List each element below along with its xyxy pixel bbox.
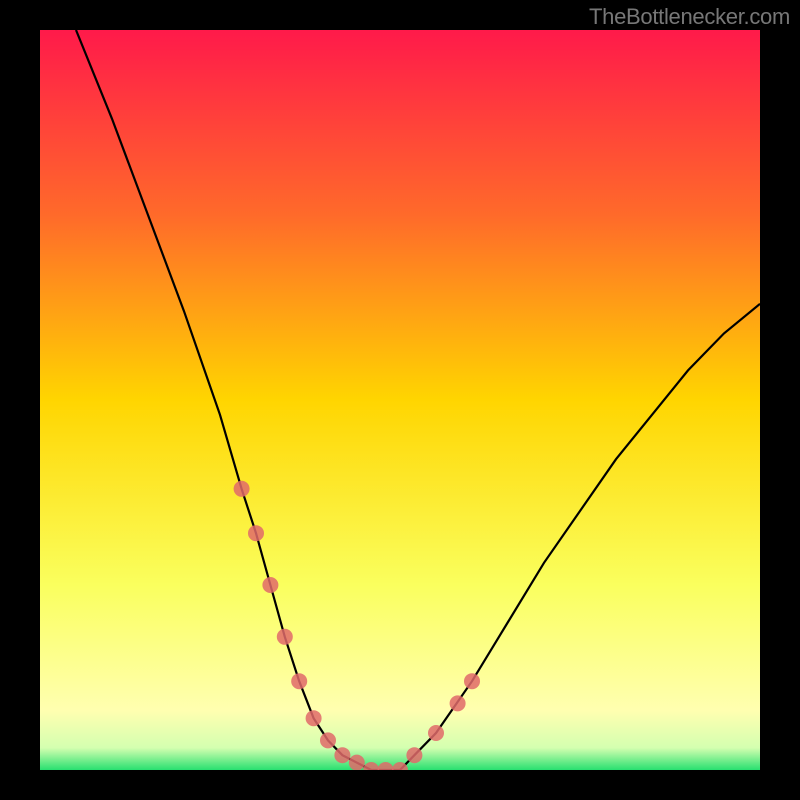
data-marker bbox=[306, 710, 322, 726]
data-marker bbox=[277, 629, 293, 645]
data-marker bbox=[428, 725, 444, 741]
data-marker bbox=[406, 747, 422, 763]
data-marker bbox=[464, 673, 480, 689]
data-marker bbox=[234, 481, 250, 497]
chart-plot-area bbox=[40, 30, 760, 770]
data-marker bbox=[349, 755, 365, 770]
data-marker bbox=[320, 732, 336, 748]
watermark-text: TheBottlenecker.com bbox=[589, 4, 790, 30]
data-marker bbox=[262, 577, 278, 593]
data-marker bbox=[248, 525, 264, 541]
bottleneck-chart-svg bbox=[40, 30, 760, 770]
data-marker bbox=[450, 695, 466, 711]
data-marker bbox=[291, 673, 307, 689]
data-marker bbox=[334, 747, 350, 763]
gradient-background bbox=[40, 30, 760, 770]
